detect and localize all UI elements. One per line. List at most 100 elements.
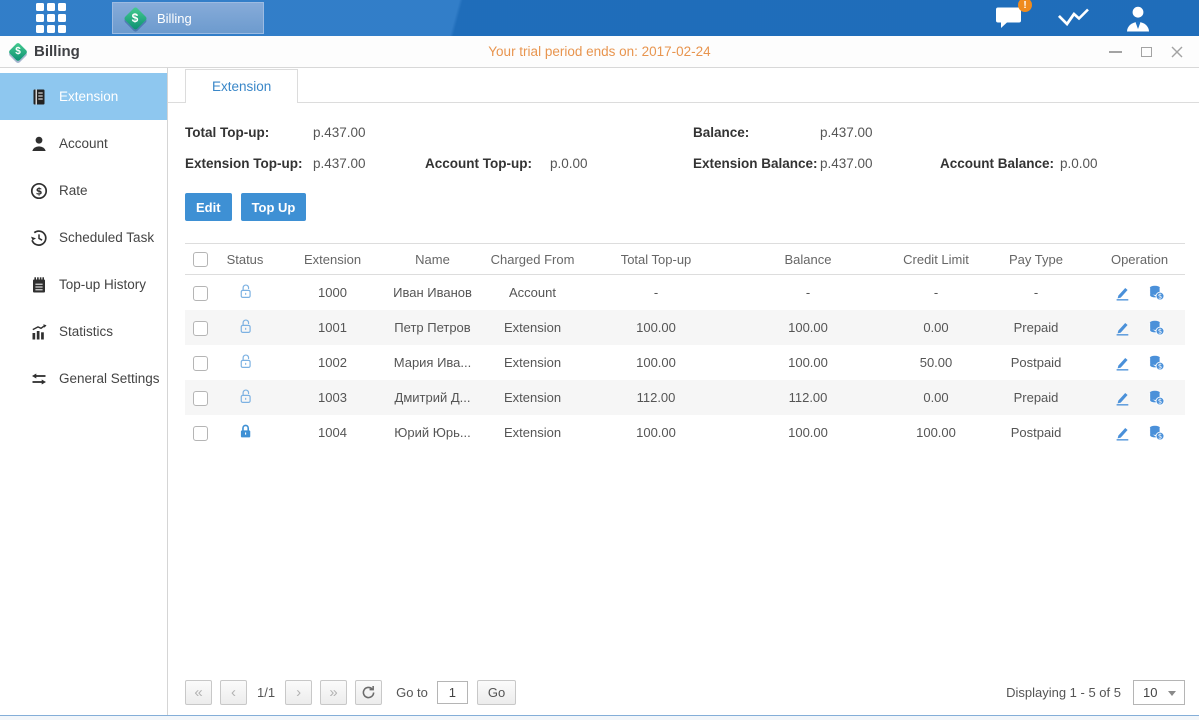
row-checkbox[interactable] [193, 391, 208, 406]
sidebar-item-rate[interactable]: $ Rate [0, 167, 167, 214]
cell-charged-from: Extension [475, 320, 590, 335]
cell-pay-type: Prepaid [978, 390, 1094, 405]
maximize-button[interactable] [1138, 44, 1154, 60]
cell-extension: 1002 [275, 355, 390, 370]
table-row: 1003Дмитрий Д...Extension112.00112.000.0… [185, 380, 1185, 415]
lock-icon[interactable] [237, 422, 254, 440]
close-button[interactable] [1169, 44, 1185, 60]
select-all-cell [185, 251, 215, 267]
bar-chart-icon [30, 323, 48, 341]
row-checkbox[interactable] [193, 426, 208, 441]
cell-extension: 1004 [275, 425, 390, 440]
cell-credit-limit: 100.00 [894, 425, 978, 440]
select-all-checkbox[interactable] [193, 252, 208, 267]
topup-icon[interactable]: $ [1147, 389, 1166, 407]
svg-text:$: $ [1158, 432, 1162, 440]
svg-text:$: $ [36, 186, 43, 197]
cell-name: Юрий Юрь... [390, 425, 475, 440]
edit-icon[interactable] [1113, 424, 1131, 442]
sidebar-item-statistics[interactable]: Statistics [0, 308, 167, 355]
summary-value: p.437.00 [820, 148, 940, 179]
sidebar-item-account[interactable]: Account [0, 120, 167, 167]
minimize-button[interactable] [1107, 44, 1123, 60]
cell-status [215, 352, 275, 373]
top-up-button[interactable]: Top Up [241, 193, 307, 221]
window-body: Extension Account $ Rate Scheduled Task [0, 68, 1199, 715]
ledger-icon [30, 88, 48, 106]
app-launcher-grid-icon[interactable] [36, 3, 66, 33]
sidebar-item-label: Rate [59, 183, 88, 198]
sidebar-item-label: Account [59, 136, 108, 151]
header-cell: Charged From [475, 252, 590, 267]
topup-icon[interactable]: $ [1147, 319, 1166, 337]
cell-charged-from: Extension [475, 425, 590, 440]
edit-icon[interactable] [1113, 389, 1131, 407]
window-title: $ Billing [8, 42, 80, 62]
prev-page-button[interactable]: ‹ [220, 680, 247, 705]
window-titlebar: Your trial period ends on: 2017-02-24 $ … [0, 36, 1199, 68]
dollar-coin-icon: $ [30, 182, 48, 200]
topup-icon[interactable]: $ [1147, 354, 1166, 372]
summary-value: p.437.00 [313, 117, 425, 148]
topup-icon[interactable]: $ [1147, 424, 1166, 442]
cell-total-topup: 100.00 [590, 320, 722, 335]
caret-down-icon [1168, 691, 1176, 696]
summary-label: Account Balance: [940, 148, 1060, 179]
summary-value: p.0.00 [550, 148, 693, 179]
cell-extension: 1000 [275, 285, 390, 300]
edit-icon[interactable] [1113, 284, 1131, 302]
edit-icon[interactable] [1113, 319, 1131, 337]
row-checkbox[interactable] [193, 286, 208, 301]
cell-charged-from: Account [475, 285, 590, 300]
sidebar-item-general-settings[interactable]: General Settings [0, 355, 167, 402]
sidebar-item-topup-history[interactable]: Top-up History [0, 261, 167, 308]
next-page-button[interactable]: › [285, 680, 312, 705]
taskbar-billing-tab[interactable]: $ Billing [112, 2, 264, 34]
edit-button[interactable]: Edit [185, 193, 232, 221]
tab-strip: Extension [168, 68, 1199, 103]
table-row: 1002Мария Ива...Extension100.00100.0050.… [185, 345, 1185, 380]
goto-page-input[interactable] [437, 681, 468, 704]
refresh-button[interactable] [355, 680, 382, 705]
cell-name: Петр Петров [390, 320, 475, 335]
topup-icon[interactable]: $ [1147, 284, 1166, 302]
row-select-cell [185, 389, 215, 405]
edit-icon[interactable] [1113, 354, 1131, 372]
sidebar-item-scheduled-task[interactable]: Scheduled Task [0, 214, 167, 261]
page-size-select[interactable]: 10 [1133, 680, 1185, 705]
cell-balance: - [722, 285, 894, 300]
main-panel: Extension Total Top-up: p.437.00 Balance… [168, 68, 1199, 715]
row-checkbox[interactable] [193, 321, 208, 336]
tab-extension[interactable]: Extension [185, 69, 298, 103]
extension-content: Total Top-up: p.437.00 Balance: p.437.00… [168, 103, 1199, 715]
row-checkbox[interactable] [193, 356, 208, 371]
unlock-icon[interactable] [237, 282, 254, 300]
header-cell: Extension [275, 252, 390, 267]
summary-value: p.0.00 [1060, 148, 1185, 179]
goto-label: Go to [396, 685, 428, 700]
svg-text:$: $ [1158, 397, 1162, 405]
resource-monitor-icon[interactable] [1057, 6, 1091, 31]
summary-label: Extension Top-up: [185, 148, 313, 179]
last-page-button[interactable]: » [320, 680, 347, 705]
cell-pay-type: Postpaid [978, 425, 1094, 440]
header-cell: Status [215, 252, 275, 267]
cell-operation: $ [1094, 319, 1185, 337]
header-cell: Pay Type [978, 252, 1094, 267]
billing-summary: Total Top-up: p.437.00 Balance: p.437.00… [185, 117, 1185, 179]
unlock-icon[interactable] [237, 387, 254, 405]
page-indicator: 1/1 [257, 685, 275, 700]
trial-notice: Your trial period ends on: 2017-02-24 [0, 44, 1199, 59]
row-select-cell [185, 284, 215, 300]
sidebar-item-label: General Settings [59, 371, 160, 386]
go-button[interactable]: Go [477, 680, 516, 705]
user-account-icon[interactable] [1123, 5, 1153, 32]
unlock-icon[interactable] [237, 317, 254, 335]
row-select-cell [185, 319, 215, 335]
unlock-icon[interactable] [237, 352, 254, 370]
messages-icon[interactable]: ! [994, 5, 1025, 31]
first-page-button[interactable]: « [185, 680, 212, 705]
sidebar-item-extension[interactable]: Extension [0, 73, 167, 120]
billing-logo-icon: $ [122, 5, 148, 31]
header-cell: Operation [1094, 252, 1185, 267]
